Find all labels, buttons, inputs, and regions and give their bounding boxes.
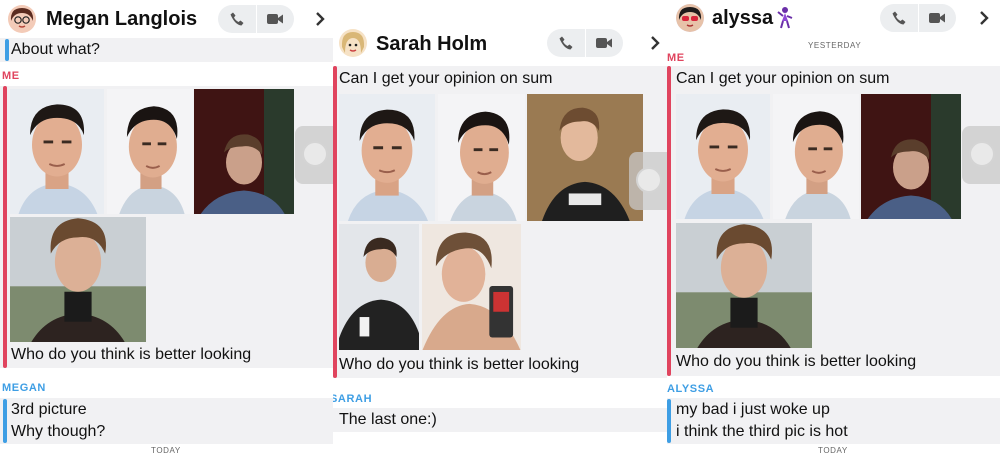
message-group: Can I get your opinion on sum Who do you… — [333, 66, 667, 378]
message-text: Who do you think is better looking — [676, 353, 917, 370]
avatar[interactable] — [8, 5, 36, 33]
message-text: i think the third pic is hot — [676, 423, 848, 440]
video-camera-icon[interactable] — [585, 29, 623, 57]
message-text: Why though? — [11, 423, 106, 440]
message-text: Can I get your opinion on sum — [676, 70, 890, 87]
photo-attachment[interactable] — [10, 89, 104, 214]
phone-icon[interactable] — [547, 29, 586, 57]
dancing-emoji-icon — [776, 6, 794, 30]
friend-accent-bar — [5, 39, 9, 61]
chat-panel-alyssa: alyssa YESTERDAY ME Can I get your opini… — [667, 0, 1000, 461]
chat-panel-megan: Megan Langlois About what? ME Who do you… — [0, 0, 333, 461]
friend-accent-bar — [667, 399, 671, 443]
sender-label: ALYSSA — [667, 383, 715, 395]
message-group: 3rd picture Why though? — [0, 398, 333, 444]
message-text: Who do you think is better looking — [11, 346, 252, 363]
photo-attachment[interactable] — [339, 224, 419, 350]
contact-name[interactable]: alyssa — [712, 7, 773, 30]
photo-attachment[interactable] — [422, 224, 521, 350]
friend-accent-bar — [3, 399, 7, 443]
sender-label: ME — [667, 52, 685, 64]
contact-name[interactable]: Sarah Holm — [376, 33, 487, 56]
chat-panel-sarah: Sarah Holm Can I get your opinion on sum — [333, 0, 667, 461]
sender-label: ME — [2, 70, 20, 82]
photo-attachment[interactable] — [10, 217, 146, 342]
message-group: About what? — [0, 38, 333, 62]
camera-shutter-handle[interactable] — [629, 152, 667, 210]
photo-attachment[interactable] — [773, 94, 859, 219]
chevron-right-icon[interactable] — [976, 6, 992, 30]
message-text: About what? — [11, 41, 100, 58]
photo-attachment[interactable] — [107, 89, 193, 214]
call-controls — [547, 29, 623, 57]
chevron-right-icon[interactable] — [647, 31, 663, 55]
message-text: Who do you think is better looking — [339, 356, 580, 373]
photo-attachment[interactable] — [438, 94, 525, 221]
me-accent-bar — [667, 66, 671, 376]
call-controls — [218, 5, 294, 33]
photo-attachment[interactable] — [194, 89, 294, 214]
photo-attachment[interactable] — [527, 94, 643, 221]
message-text: my bad i just woke up — [676, 401, 830, 418]
phone-icon[interactable] — [218, 5, 257, 33]
chat-header: Megan Langlois — [0, 0, 333, 38]
photo-attachment[interactable] — [861, 94, 961, 219]
chevron-right-icon[interactable] — [312, 7, 328, 31]
me-accent-bar — [333, 66, 337, 378]
message-text: The last one:) — [339, 411, 437, 428]
sender-label: SARAH — [333, 393, 373, 405]
camera-shutter-handle[interactable] — [295, 126, 333, 184]
avatar[interactable] — [339, 29, 367, 57]
photo-attachment[interactable] — [676, 94, 770, 219]
chat-header: Sarah Holm — [333, 25, 667, 63]
photo-attachment[interactable] — [676, 223, 812, 348]
message-group: Who do you think is better looking — [0, 86, 333, 368]
phone-icon[interactable] — [880, 4, 919, 32]
photo-attachment[interactable] — [339, 94, 435, 221]
video-camera-icon[interactable] — [918, 4, 956, 32]
sender-label: MEGAN — [2, 382, 46, 394]
message-group: my bad i just woke up i think the third … — [667, 398, 1000, 444]
date-stamp: YESTERDAY — [808, 41, 862, 50]
chat-header: alyssa — [667, 0, 1000, 38]
message-text: Can I get your opinion on sum — [339, 70, 553, 87]
contact-name[interactable]: Megan Langlois — [46, 8, 197, 31]
date-stamp: TODAY — [151, 446, 181, 455]
camera-shutter-handle[interactable] — [962, 126, 1000, 184]
call-controls — [880, 4, 956, 32]
message-group: Can I get your opinion on sum Who do you… — [667, 66, 1000, 376]
avatar[interactable] — [676, 4, 704, 32]
me-accent-bar — [3, 86, 7, 368]
date-stamp: TODAY — [818, 446, 848, 455]
message-text: 3rd picture — [11, 401, 87, 418]
message-group: The last one:) — [333, 408, 667, 432]
video-camera-icon[interactable] — [256, 5, 294, 33]
